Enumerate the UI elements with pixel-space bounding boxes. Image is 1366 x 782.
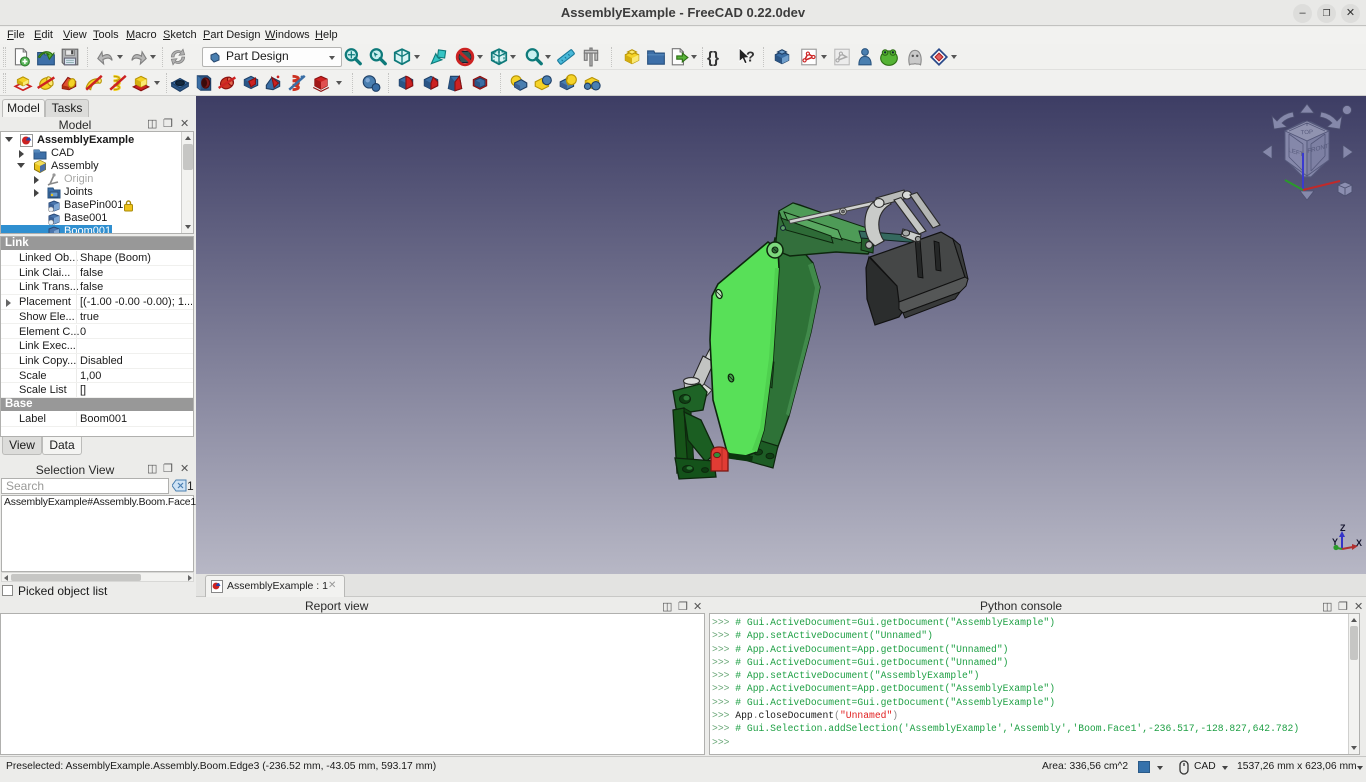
- svg-text:TOP: TOP: [1301, 130, 1314, 137]
- svg-text:Y: Y: [1332, 537, 1338, 547]
- svg-text:?: ?: [746, 49, 755, 65]
- svg-text:Z: Z: [1340, 523, 1346, 533]
- svg-text:X: X: [1356, 538, 1362, 548]
- svg-text:{}: {}: [707, 50, 719, 67]
